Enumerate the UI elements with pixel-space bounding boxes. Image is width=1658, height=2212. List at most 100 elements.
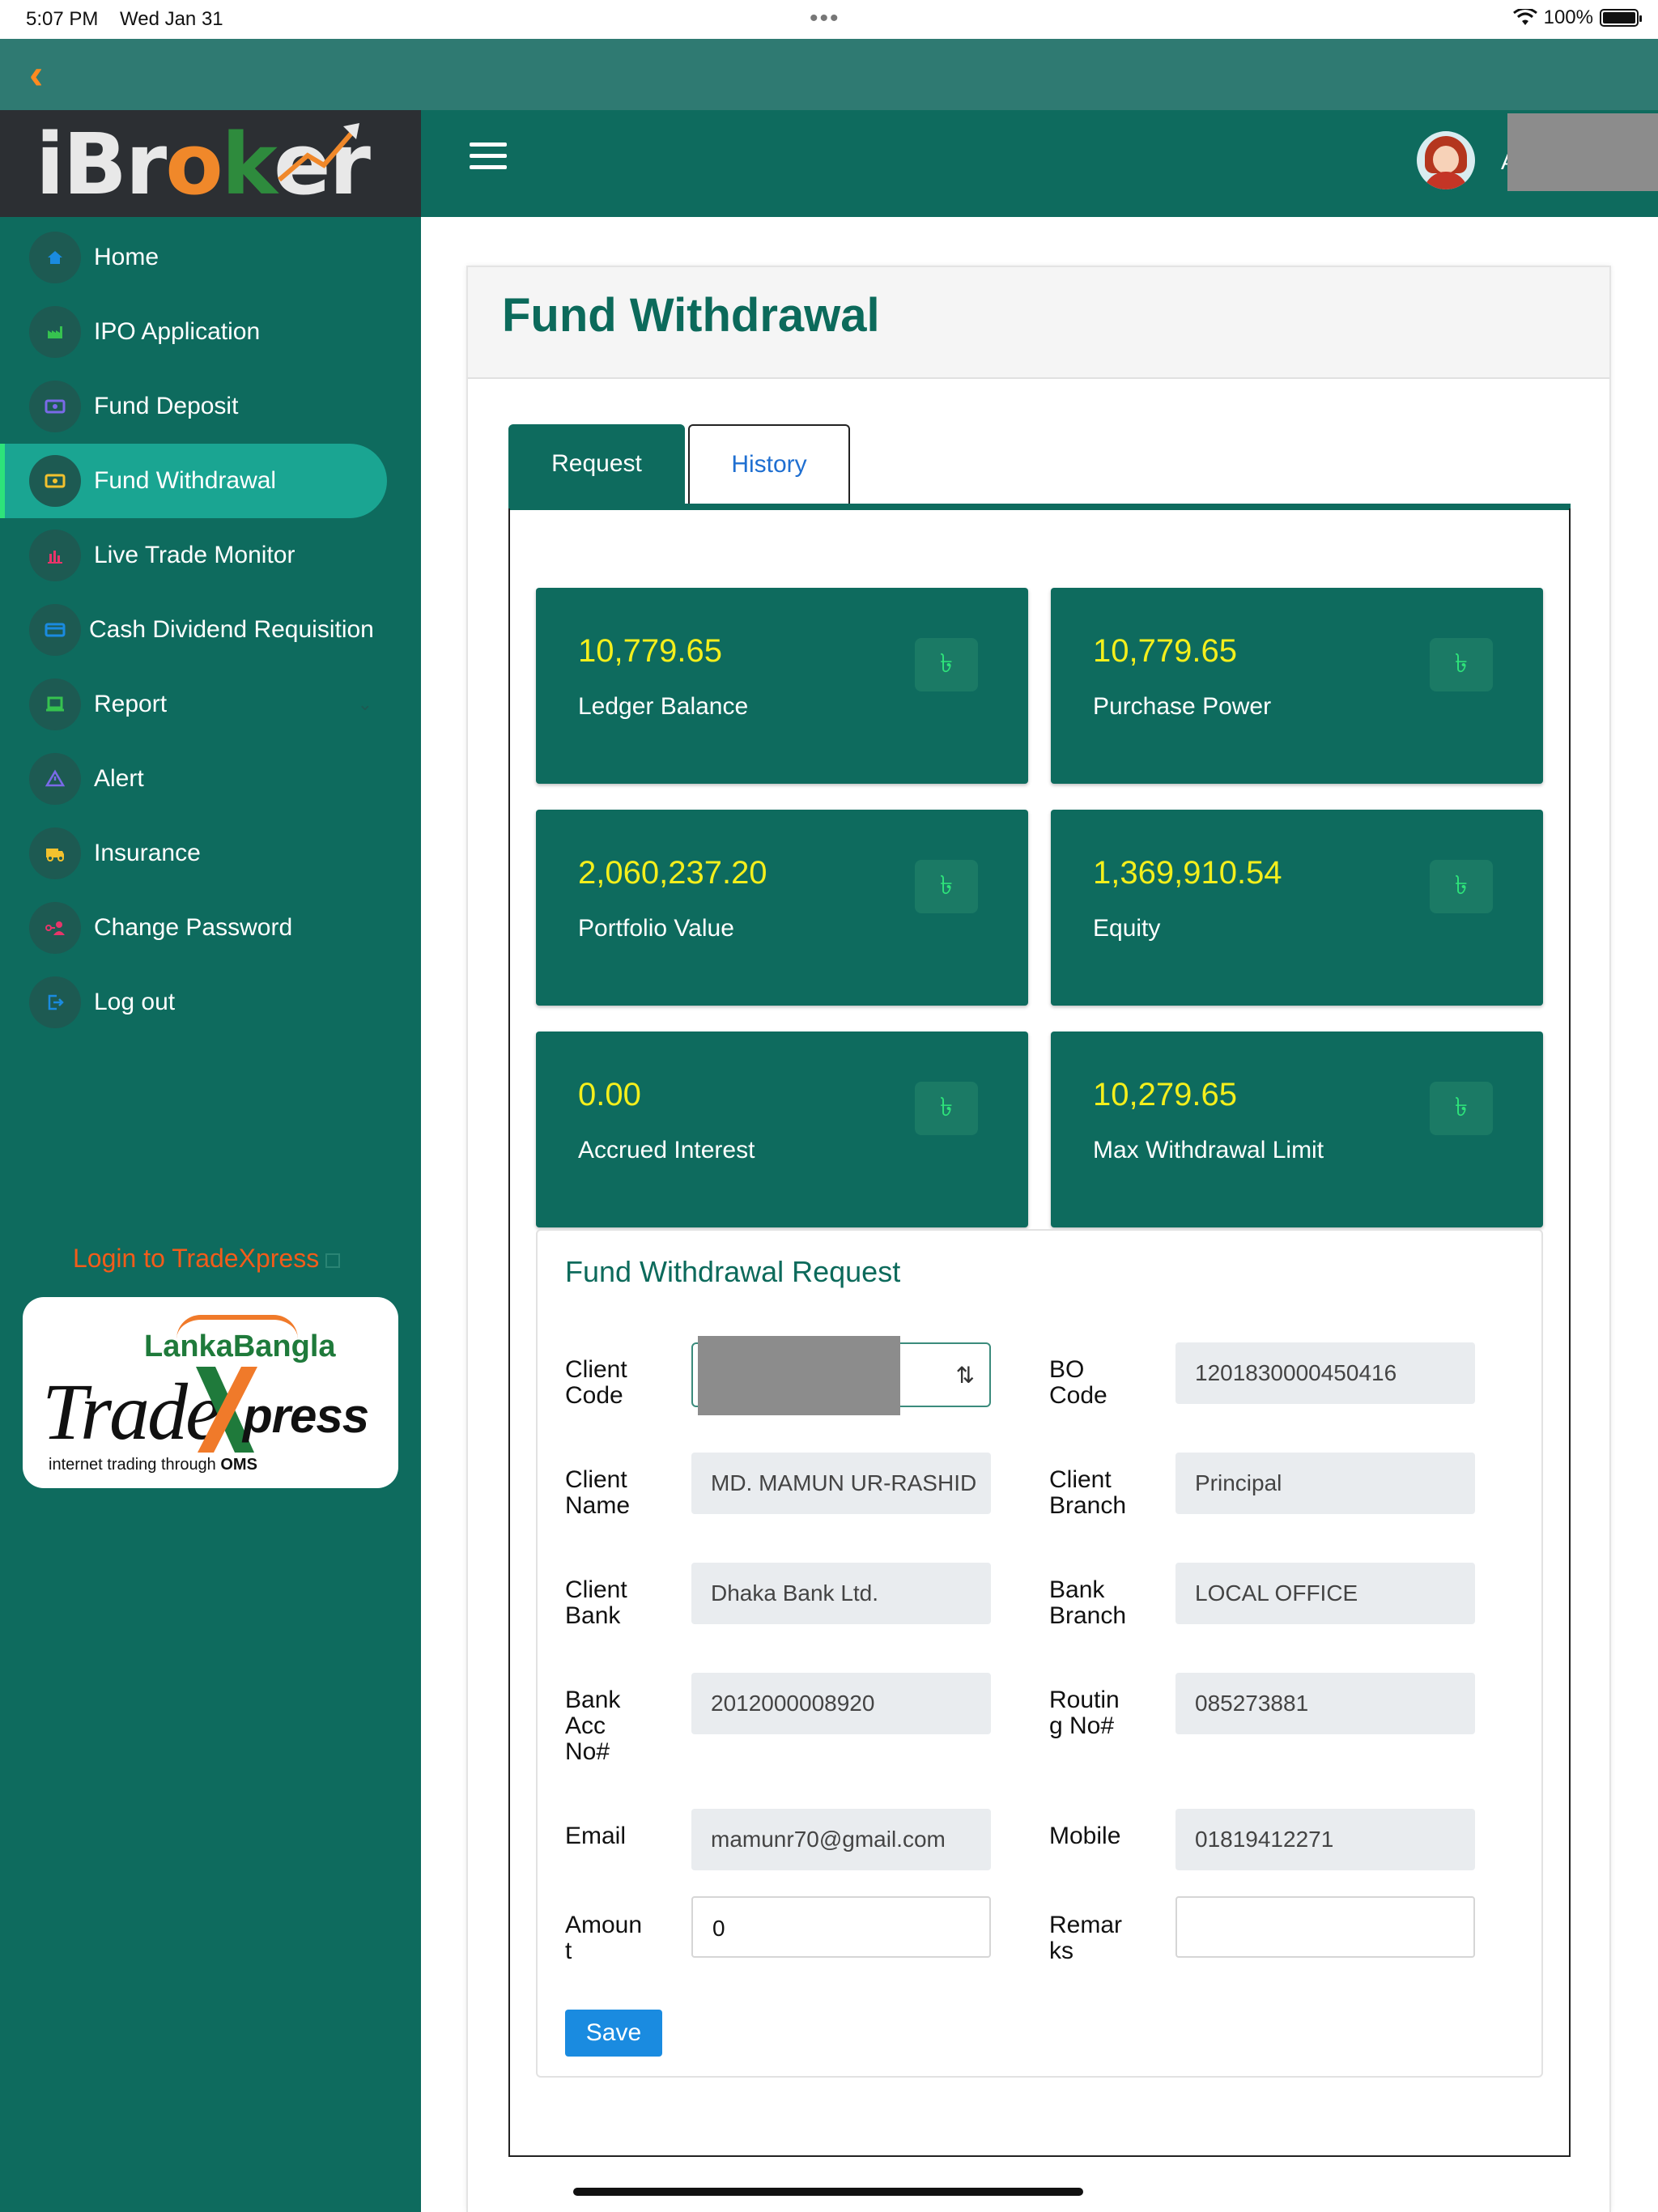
avatar[interactable]	[1417, 131, 1475, 189]
bo-code-field[interactable]: 1201830000450416	[1175, 1342, 1475, 1404]
money-icon	[29, 381, 81, 432]
client-code-label: Client Code	[565, 1356, 627, 1409]
amount-input[interactable]: 0	[691, 1896, 991, 1958]
tab-request[interactable]: Request	[508, 424, 685, 504]
card-header: Fund Withdrawal	[468, 267, 1609, 379]
client-bank-label: Client Bank	[565, 1576, 627, 1629]
status-right: 100%	[1512, 6, 1642, 29]
form-title: Fund Withdrawal Request	[565, 1255, 901, 1288]
sidebar-item-label: Report	[94, 691, 168, 717]
cash-icon	[29, 455, 81, 507]
withdrawal-request-form: Fund Withdrawal Request Client Code ⇅ BO…	[536, 1229, 1543, 2078]
multitasking-dots-icon[interactable]: •••	[810, 5, 840, 32]
hamburger-menu-icon[interactable]	[470, 143, 507, 172]
client-name-field[interactable]: MD. MAMUN UR-RASHID	[691, 1453, 991, 1514]
sidebar-item-log-out[interactable]: Log out	[0, 965, 421, 1040]
bar-chart-icon	[29, 530, 81, 581]
stat-value: 10,779.65	[578, 633, 722, 669]
remarks-label: Remar ks	[1049, 1912, 1123, 1964]
client-name-label: Client Name	[565, 1466, 631, 1519]
bo-code-label: BO Code	[1049, 1356, 1107, 1409]
laptop-icon	[29, 678, 81, 730]
logout-icon	[29, 976, 81, 1028]
warning-icon	[29, 753, 81, 805]
sidebar-item-label: Fund Deposit	[94, 393, 239, 419]
stat-card-ledger-balance: 10,779.65 Ledger Balance ৳	[536, 588, 1028, 784]
stat-label: Portfolio Value	[578, 915, 734, 942]
email-field[interactable]: mamunr70@gmail.com	[691, 1809, 991, 1870]
growth-arrow-icon	[278, 123, 359, 182]
sidebar-item-fund-withdrawal[interactable]: Fund Withdrawal	[0, 444, 387, 518]
home-indicator[interactable]	[573, 2188, 1083, 2196]
sidebar-item-insurance[interactable]: Insurance	[0, 816, 421, 891]
bank-branch-field[interactable]: LOCAL OFFICE	[1175, 1563, 1475, 1624]
email-label: Email	[565, 1823, 627, 1849]
stat-value: 10,779.65	[1093, 633, 1237, 669]
sidebar-item-report[interactable]: Report ⌄	[0, 667, 421, 742]
sidebar-item-ipo-application[interactable]: IPO Application	[0, 295, 421, 369]
routing-field[interactable]: 085273881	[1175, 1673, 1475, 1734]
sidebar-item-change-password[interactable]: Change Password	[0, 891, 421, 965]
stat-card-accrued-interest: 0.00 Accrued Interest ৳	[536, 1032, 1028, 1227]
redacted-block	[698, 1336, 900, 1415]
stat-value: 2,060,237.20	[578, 855, 767, 891]
home-icon	[29, 232, 81, 283]
factory-icon	[29, 306, 81, 358]
routing-label: Routin g No#	[1049, 1687, 1120, 1739]
save-button[interactable]: Save	[565, 2010, 662, 2057]
sidebar-menu: Home IPO Application Fund Deposit Fund W…	[0, 220, 421, 1040]
stat-label: Equity	[1093, 915, 1161, 942]
stat-card-purchase-power: 10,779.65 Purchase Power ৳	[1051, 588, 1543, 784]
stat-card-portfolio-value: 2,060,237.20 Portfolio Value ৳	[536, 810, 1028, 1006]
status-date: Wed Jan 31	[120, 8, 223, 30]
amount-label: Amoun t	[565, 1912, 643, 1964]
tab-history[interactable]: History	[688, 424, 850, 504]
taka-icon: ৳	[915, 638, 978, 691]
stat-value: 10,279.65	[1093, 1077, 1237, 1112]
tab-panel-request: 10,779.65 Ledger Balance ৳ 10,779.65 Pur…	[508, 508, 1571, 2157]
page-title: Fund Withdrawal	[502, 289, 880, 342]
bank-acc-field[interactable]: 2012000008920	[691, 1673, 991, 1734]
sidebar-item-label: Fund Withdrawal	[94, 467, 277, 494]
login-tradexpress-link[interactable]: Login to TradeXpress	[73, 1244, 341, 1274]
taka-icon: ৳	[915, 1082, 978, 1135]
sidebar-item-home[interactable]: Home	[0, 220, 421, 295]
taka-icon: ৳	[915, 860, 978, 913]
wifi-icon	[1512, 9, 1537, 25]
taka-icon: ৳	[1430, 1082, 1493, 1135]
stat-value: 1,369,910.54	[1093, 855, 1282, 891]
sidebar-item-label: IPO Application	[94, 318, 261, 345]
client-bank-field[interactable]: Dhaka Bank Ltd.	[691, 1563, 991, 1624]
sidebar-item-alert[interactable]: Alert	[0, 742, 421, 816]
user-key-icon	[29, 902, 81, 954]
mobile-field[interactable]: 01819412271	[1175, 1809, 1475, 1870]
sidebar-item-label: Insurance	[94, 840, 201, 866]
main-header: A	[421, 110, 1658, 217]
taka-icon: ৳	[1430, 638, 1493, 691]
sidebar-item-label: Change Password	[94, 914, 293, 941]
stat-label: Max Withdrawal Limit	[1093, 1137, 1324, 1163]
sidebar-item-label: Live Trade Monitor	[94, 542, 295, 568]
sidebar-item-label: Log out	[94, 989, 176, 1015]
battery-icon	[1600, 9, 1642, 27]
top-nav-bar: ‹	[0, 39, 1658, 110]
sidebar-item-cash-dividend-requisition[interactable]: Cash Dividend Requisition	[0, 593, 421, 667]
back-chevron-icon[interactable]: ‹	[29, 52, 70, 97]
status-time: 5:07 PM	[26, 8, 99, 30]
redacted-block	[1507, 113, 1658, 191]
tradexpress-logo[interactable]: LankaBangla Trade press internet trading…	[23, 1297, 398, 1488]
stat-card-equity: 1,369,910.54 Equity ৳	[1051, 810, 1543, 1006]
chevron-down-icon[interactable]: ⌄	[358, 694, 372, 715]
client-branch-field[interactable]: Principal	[1175, 1453, 1475, 1514]
stat-value: 0.00	[578, 1077, 641, 1112]
bank-branch-label: Bank Branch	[1049, 1576, 1127, 1629]
remarks-input[interactable]	[1175, 1896, 1475, 1958]
sidebar-item-label: Home	[94, 244, 159, 270]
sidebar-item-label: Alert	[94, 765, 144, 792]
battery-percent: 100%	[1543, 6, 1593, 28]
sidebar-item-live-trade-monitor[interactable]: Live Trade Monitor	[0, 518, 421, 593]
sidebar-item-fund-deposit[interactable]: Fund Deposit	[0, 369, 421, 444]
taka-icon: ৳	[1430, 860, 1493, 913]
card-icon	[29, 604, 81, 656]
sidebar: iBroker Home IPO Application Fund Deposi…	[0, 110, 421, 2212]
